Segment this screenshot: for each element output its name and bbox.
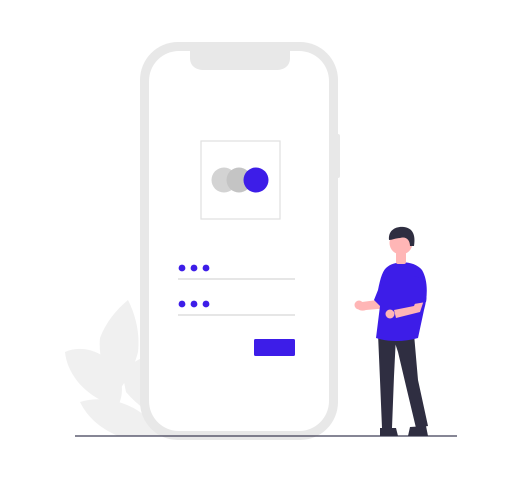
person-hand xyxy=(354,300,364,310)
person-figure xyxy=(354,226,428,436)
person-right-leg xyxy=(392,334,428,428)
logo-circle-active xyxy=(243,167,269,193)
phone-screen xyxy=(149,51,329,431)
login-submit-button[interactable] xyxy=(254,339,295,356)
person-right-shoe xyxy=(408,426,428,436)
person-left-leg xyxy=(378,334,396,428)
password-mask xyxy=(178,300,210,308)
phone-notch xyxy=(190,51,290,70)
person-back-hand xyxy=(385,309,395,319)
login-illustration xyxy=(65,42,457,440)
smartphone xyxy=(140,42,340,440)
username-mask xyxy=(178,264,210,272)
person-left-shoe xyxy=(380,428,398,436)
phone-side-button xyxy=(334,134,340,178)
